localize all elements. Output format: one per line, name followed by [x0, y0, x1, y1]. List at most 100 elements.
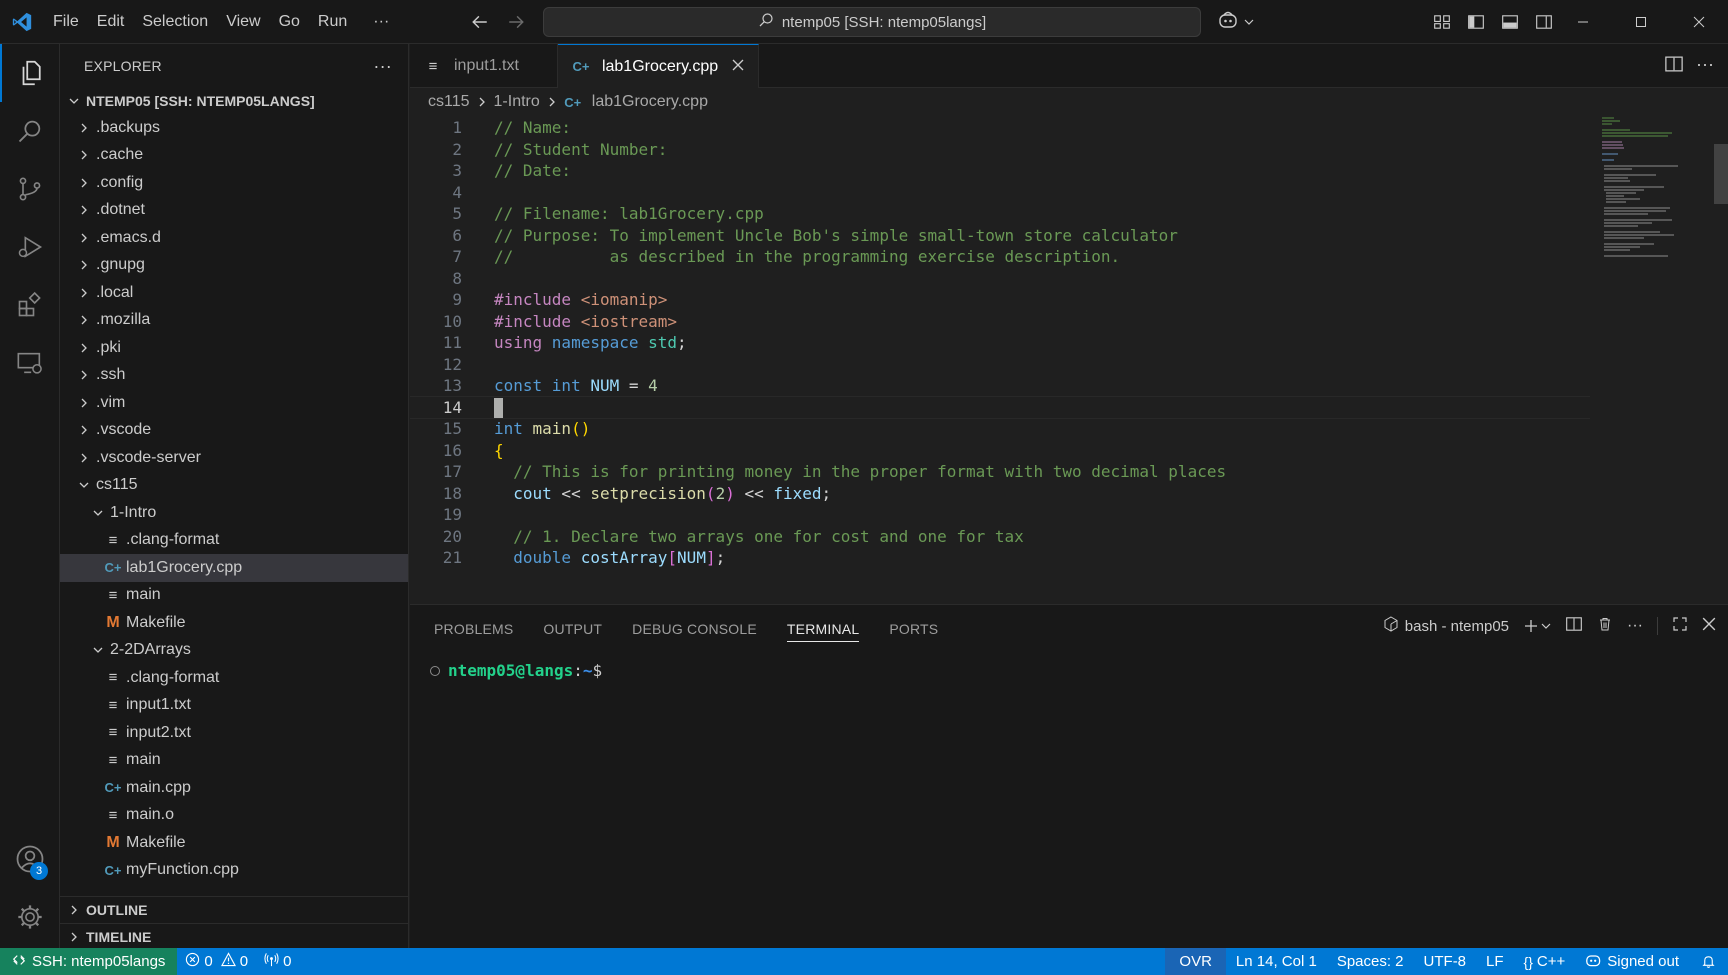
search-icon[interactable] [0, 102, 60, 160]
split-editor-icon[interactable] [1664, 54, 1684, 79]
forward-arrow-icon[interactable] [502, 8, 530, 36]
overtype-indicator[interactable]: OVR [1165, 948, 1226, 975]
extensions-icon[interactable] [0, 276, 60, 334]
tree-item[interactable]: 1-Intro [60, 499, 408, 527]
panel-more-icon[interactable]: ··· [1627, 617, 1643, 635]
tree-item[interactable]: .ssh [60, 362, 408, 390]
code-line[interactable]: 17 // This is for printing money in the … [410, 460, 1590, 484]
menu-item-more[interactable]: ··· [364, 7, 398, 37]
panel-tab-problems[interactable]: PROBLEMS [434, 605, 528, 653]
panel-tab-debug-console[interactable]: DEBUG CONSOLE [632, 605, 772, 653]
maximize-panel-icon[interactable] [1672, 616, 1688, 636]
workspace-root[interactable]: NTEMP05 [SSH: NTEMP05LANGS] [60, 88, 408, 114]
code-line[interactable]: 7 // as described in the programming exer… [410, 245, 1590, 269]
remote-indicator[interactable]: SSH: ntemp05langs [0, 948, 178, 975]
tree-item[interactable]: .cache [60, 142, 408, 170]
close-tab-icon[interactable] [732, 58, 744, 76]
back-arrow-icon[interactable] [466, 8, 494, 36]
new-terminal-icon[interactable] [1523, 618, 1551, 634]
end-of-line[interactable]: LF [1476, 948, 1514, 975]
code-line[interactable]: 20 // 1. Declare two arrays one for cost… [410, 525, 1590, 549]
cursor-position[interactable]: Ln 14, Col 1 [1226, 948, 1327, 975]
minimap[interactable] [1600, 116, 1690, 266]
code-line[interactable]: 10 #include <iostream> [410, 310, 1590, 334]
outline-section[interactable]: OUTLINE [60, 896, 408, 923]
customize-layout-icon[interactable] [1428, 8, 1456, 36]
scrollbar-thumb[interactable] [1714, 144, 1728, 204]
tree-item[interactable]: .vscode [60, 417, 408, 445]
code-line[interactable]: 15 int main() [410, 417, 1590, 441]
problems-indicator[interactable]: 0 0 [177, 948, 256, 975]
code-editor[interactable]: 1 // Name: 2 // Student Number: 3 // Date: 4 5 /… [410, 116, 1728, 604]
tree-item[interactable]: C+ lab1Grocery.cpp [60, 554, 408, 582]
code-line[interactable]: 11 using namespace std; [410, 331, 1590, 355]
tree-item[interactable]: .dotnet [60, 197, 408, 225]
tree-item[interactable]: .gnupg [60, 252, 408, 280]
accounts-icon[interactable]: 3 [0, 830, 60, 888]
code-line[interactable]: 16 { [410, 439, 1590, 463]
code-line[interactable]: 14 [410, 395, 1590, 420]
editor-scrollbar[interactable] [1712, 116, 1728, 604]
indentation[interactable]: Spaces: 2 [1327, 948, 1414, 975]
copilot-status[interactable]: Signed out [1575, 948, 1689, 975]
remote-explorer-icon[interactable] [0, 334, 60, 392]
timeline-section[interactable]: TIMELINE [60, 923, 408, 948]
tree-item[interactable]: ≡ main [60, 582, 408, 610]
language-mode[interactable]: {} C++ [1514, 948, 1576, 975]
terminal-selector[interactable]: bash - ntemp05 [1383, 616, 1509, 636]
panel-tab-ports[interactable]: PORTS [889, 605, 953, 653]
code-line[interactable]: 9 #include <iomanip> [410, 288, 1590, 312]
close-window-button[interactable] [1670, 0, 1728, 44]
toggle-panel-icon[interactable] [1496, 8, 1524, 36]
breadcrumb-item[interactable]: lab1Grocery.cpp [592, 93, 708, 111]
code-line[interactable]: 13 const int NUM = 4 [410, 374, 1590, 398]
tree-item[interactable]: M Makefile [60, 829, 408, 857]
source-control-icon[interactable] [0, 160, 60, 218]
minimize-button[interactable] [1554, 0, 1612, 44]
code-line[interactable]: 6 // Purpose: To implement Uncle Bob's si… [410, 224, 1590, 248]
terminal-prompt[interactable]: ntemp05@langs:~$ [430, 661, 602, 680]
run-and-debug-icon[interactable] [0, 218, 60, 276]
split-terminal-icon[interactable] [1565, 615, 1583, 637]
tree-item[interactable]: .emacs.d [60, 224, 408, 252]
tree-item[interactable]: .local [60, 279, 408, 307]
editor-tab[interactable]: ≡ input1.txt [410, 44, 558, 88]
menu-item-edit[interactable]: Edit [88, 7, 134, 37]
code-line[interactable]: 1 // Name: [410, 116, 1590, 140]
code-line[interactable]: 2 // Student Number: [410, 138, 1590, 162]
code-line[interactable]: 21 double costArray[NUM]; [410, 546, 1590, 570]
tree-item[interactable]: ≡ input2.txt [60, 719, 408, 747]
menu-item-file[interactable]: File [44, 7, 88, 37]
tree-item[interactable]: ≡ main [60, 747, 408, 775]
code-line[interactable]: 4 [410, 181, 1590, 205]
tree-item[interactable]: C+ myFunction.cpp [60, 857, 408, 885]
manage-gear-icon[interactable] [0, 888, 60, 946]
tree-item[interactable]: ≡ .clang-format [60, 527, 408, 555]
code-line[interactable]: 8 [410, 267, 1590, 291]
tree-item[interactable]: C+ main.cpp [60, 774, 408, 802]
code-line[interactable]: 19 [410, 503, 1590, 527]
tree-item[interactable]: cs115 [60, 472, 408, 500]
menu-item-go[interactable]: Go [270, 7, 309, 37]
editor-more-icon[interactable]: ··· [1696, 54, 1714, 79]
tree-item[interactable]: .vim [60, 389, 408, 417]
tree-item[interactable]: M Makefile [60, 609, 408, 637]
breadcrumb-item[interactable]: 1-Intro [494, 93, 540, 111]
copilot-button[interactable] [1218, 10, 1254, 35]
editor-tab[interactable]: C+ lab1Grocery.cpp [557, 44, 760, 88]
menu-item-view[interactable]: View [217, 7, 269, 37]
tree-item[interactable]: .mozilla [60, 307, 408, 335]
trash-icon[interactable] [1597, 616, 1613, 636]
toggle-primary-sidebar-icon[interactable] [1462, 8, 1490, 36]
panel-tab-output[interactable]: OUTPUT [543, 605, 617, 653]
panel-tab-terminal[interactable]: TERMINAL [786, 605, 874, 653]
tree-item[interactable]: ≡ main.o [60, 802, 408, 830]
maximize-button[interactable] [1612, 0, 1670, 44]
tree-item[interactable]: ≡ .clang-format [60, 664, 408, 692]
tree-item[interactable]: .config [60, 169, 408, 197]
encoding[interactable]: UTF-8 [1414, 948, 1477, 975]
code-line[interactable]: 18 cout << setprecision(2) << fixed; [410, 482, 1590, 506]
tree-item[interactable]: .vscode-server [60, 444, 408, 472]
notifications-bell-icon[interactable] [1689, 948, 1728, 975]
breadcrumb-item[interactable]: cs115 [428, 93, 470, 111]
